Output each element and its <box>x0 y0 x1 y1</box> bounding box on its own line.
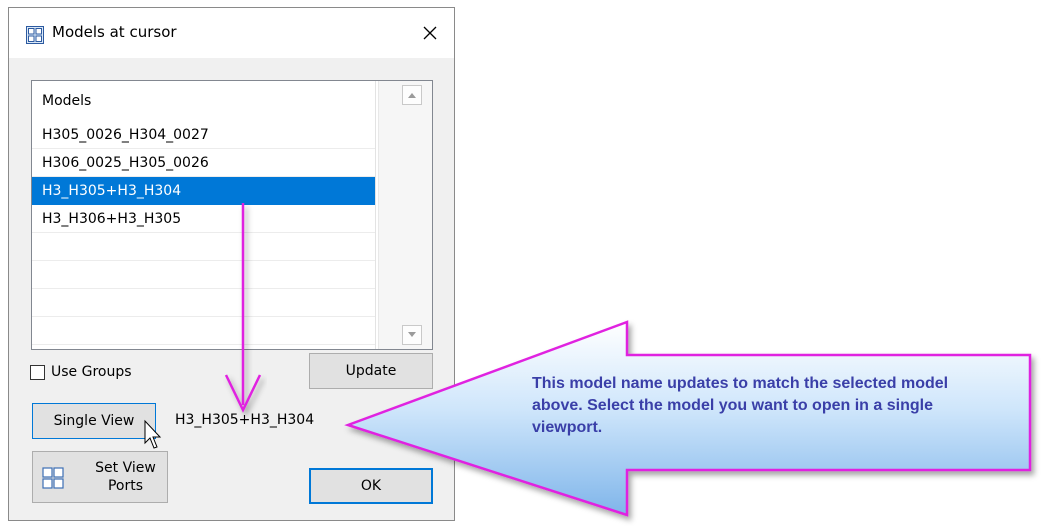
pointer-arrow <box>224 203 262 413</box>
cursor-icon <box>144 419 162 449</box>
annotation-overlay <box>144 203 1032 517</box>
callout-text: This model name updates to match the sel… <box>532 375 949 436</box>
